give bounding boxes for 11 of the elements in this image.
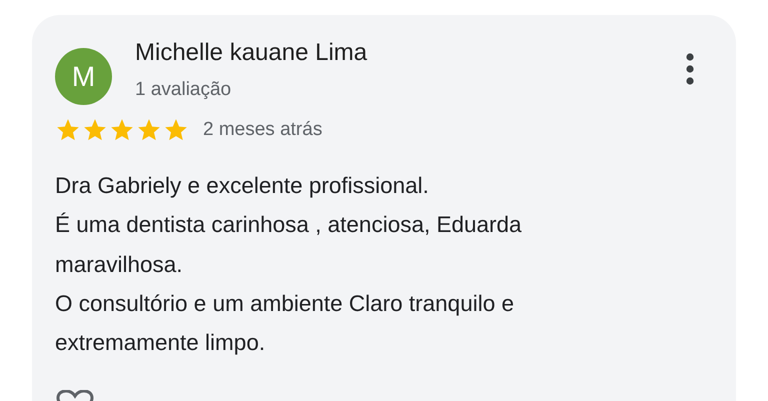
star-icon — [136, 117, 162, 143]
star-icon — [55, 117, 81, 143]
review-time: 2 meses atrás — [203, 119, 322, 141]
star-icon — [82, 117, 108, 143]
avatar: M — [55, 48, 112, 105]
more-options-icon[interactable] — [686, 52, 694, 86]
review-count: 1 avaliação — [135, 78, 232, 102]
review-text: Dra Gabriely e excelente profissional. É uma dentista carinhosa , atenciosa, Eduarda maravilhosa. O consultório e um ambiente Claro tranquilo e extremamente limpo. — [55, 172, 523, 358]
star-icon — [109, 117, 135, 143]
star-icon — [163, 117, 189, 143]
author-name[interactable]: Michelle kauane Lima — [135, 37, 368, 69]
